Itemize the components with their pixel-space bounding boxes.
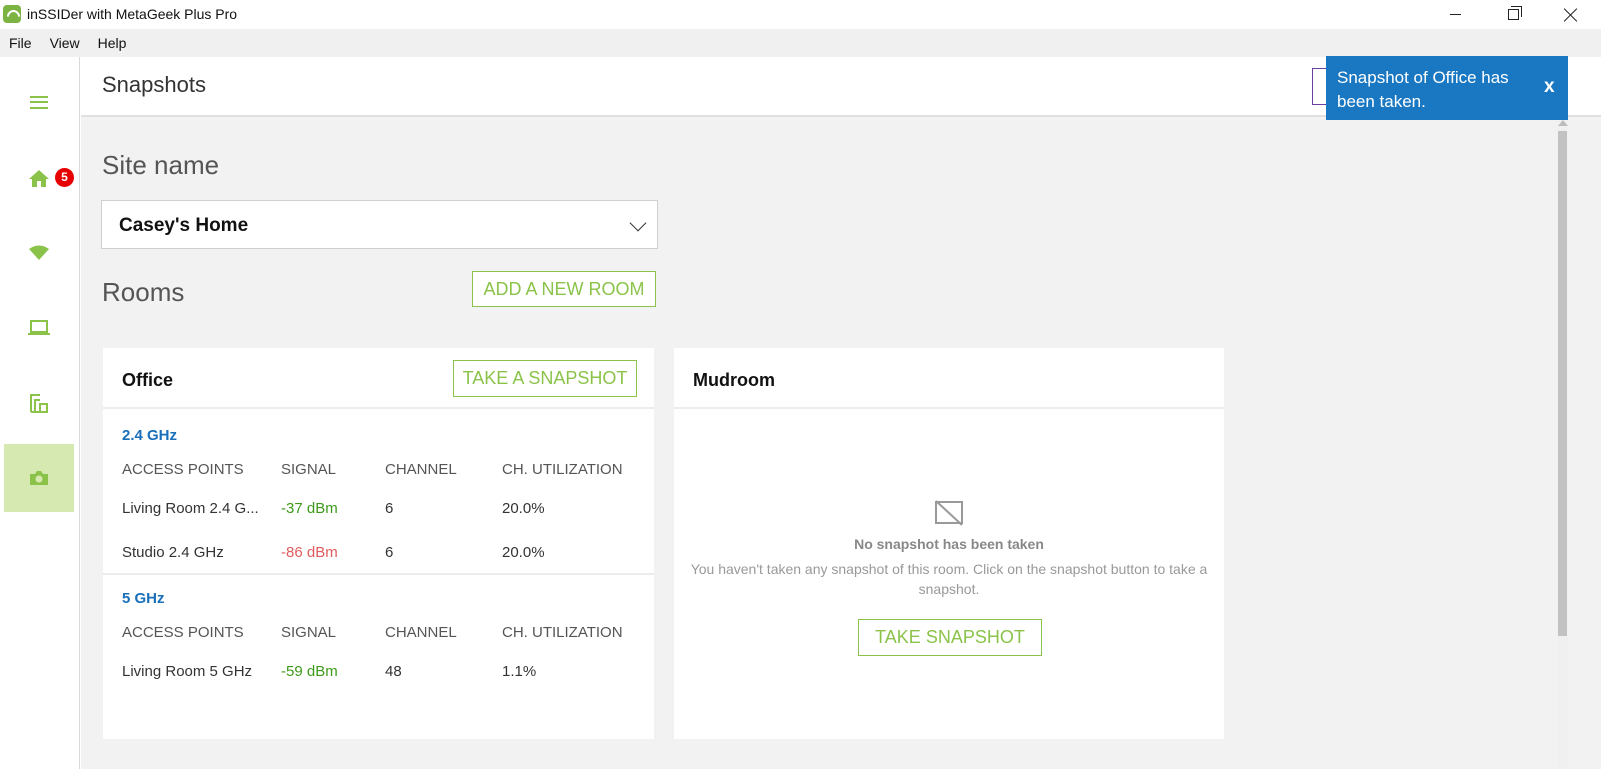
page-title: Snapshots [102,72,206,97]
sidebar-item-networks[interactable] [4,219,74,287]
menu-help[interactable]: Help [89,29,136,57]
column-header-signal: SIGNAL [281,624,337,641]
sidebar-item-home[interactable]: 5 [4,144,74,212]
window-title: inSSIDer with MetaGeek Plus Pro [27,6,238,22]
room-card-office: Office TAKE A SNAPSHOT 2.4 GHz ACCESS PO… [103,348,654,739]
restore-icon [1507,6,1522,20]
ap-signal: -59 dBm [281,663,338,680]
toast-notification: Snapshot of Office has been taken. x [1326,56,1568,120]
column-header-channel: CHANNEL [385,461,457,478]
ap-channel: 6 [385,544,394,561]
scroll-up-arrow-icon[interactable] [1558,120,1568,126]
band-divider [103,573,654,575]
site-name-label: Site name [102,150,220,180]
band-label-5ghz: 5 GHz [122,590,165,607]
ap-channel: 48 [385,663,402,680]
ap-name: Living Room 5 GHz [122,663,253,680]
sidebar-item-snapshots[interactable] [4,444,74,512]
vertical-scrollbar[interactable] [1557,120,1568,769]
empty-state-description: You haven't taken any snapshot of this r… [690,561,1208,597]
column-header-utilization: CH. UTILIZATION [502,624,623,641]
sidebar-menu-toggle[interactable] [4,68,74,136]
column-header-access-points: ACCESS POINTS [122,624,244,641]
take-snapshot-button[interactable]: TAKE SNAPSHOT [858,619,1042,656]
sidebar: 5 [0,57,80,769]
toast-message: Snapshot of Office has been taken. [1337,68,1509,111]
menu-file[interactable]: File [0,29,41,57]
menu-view[interactable]: View [41,29,89,57]
ap-channel: 6 [385,500,394,517]
chevron-down-icon [629,214,647,232]
close-icon [1564,8,1578,22]
no-snapshot-icon [935,500,963,526]
toast-close-button[interactable]: x [1544,76,1555,98]
add-room-button[interactable]: ADD A NEW ROOM [472,271,656,307]
room-card-header: Mudroom [674,348,1224,409]
home-icon [29,170,49,187]
minimize-icon [1449,14,1461,15]
menu-bar: File View Help [0,29,1601,57]
room-name: Mudroom [693,370,775,390]
empty-state-title: No snapshot has been taken [854,536,1044,552]
laptop-icon [28,320,50,335]
ap-utilization: 1.1% [502,663,537,680]
column-header-utilization: CH. UTILIZATION [502,461,623,478]
band-label-2-4ghz: 2.4 GHz [122,427,178,444]
scroll-thumb[interactable] [1558,131,1567,636]
site-select-value: Casey's Home [119,215,249,236]
column-header-signal: SIGNAL [281,461,337,478]
close-window-button[interactable] [1542,0,1600,29]
site-select[interactable]: Casey's Home [101,200,658,249]
title-bar: inSSIDer with MetaGeek Plus Pro [0,0,1601,29]
minimize-button[interactable] [1426,0,1484,29]
main-content: Snapshots Site name Casey's Home Rooms A… [81,57,1601,769]
room-card-header: Office TAKE A SNAPSHOT [103,348,654,409]
room-card-mudroom: Mudroom No snapshot has been taken You h… [674,348,1224,739]
menu-icon [30,95,48,109]
ap-utilization: 20.0% [502,500,545,517]
room-name: Office [122,370,174,390]
floorplan-icon [30,394,48,413]
ap-name: Living Room 2.4 G... [122,500,259,517]
ap-signal: -37 dBm [281,500,338,517]
take-a-snapshot-button[interactable]: TAKE A SNAPSHOT [453,360,637,397]
ap-signal: -86 dBm [281,544,338,561]
column-header-access-points: ACCESS POINTS [122,461,244,478]
camera-icon [30,471,48,485]
sidebar-item-floorplan[interactable] [4,369,74,437]
ap-name: Studio 2.4 GHz [122,544,224,561]
maximize-button[interactable] [1484,0,1542,29]
ap-utilization: 20.0% [502,544,545,561]
app-logo-icon [3,5,21,23]
notification-badge: 5 [55,168,74,187]
sidebar-item-devices[interactable] [4,294,74,362]
wifi-icon [29,245,49,260]
column-header-channel: CHANNEL [385,624,457,641]
rooms-label: Rooms [102,277,185,307]
